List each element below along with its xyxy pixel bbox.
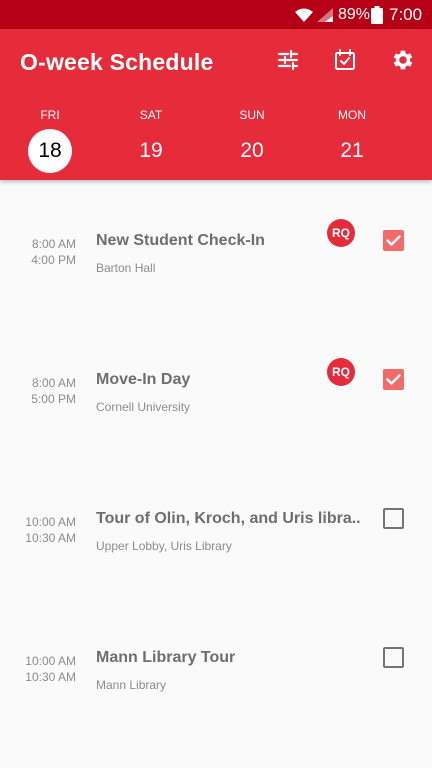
gear-icon [390,47,416,78]
event-start-time: 8:00 AM [31,237,76,251]
battery-icon [371,0,383,29]
signal-icon [316,0,334,29]
day-tab-sun[interactable]: SUN 20 [222,105,282,175]
event-checkbox[interactable] [383,508,404,529]
event-item[interactable]: 10:00 AM 10:30 AM Tour of Olin, Kroch, a… [0,508,432,590]
event-item[interactable]: 8:00 AM 5:00 PM Move-In Day Cornell Univ… [0,358,432,451]
sliders-icon [276,48,300,77]
app-bar: O-week Schedule FRI 18 SAT 19 SUN 20 MON… [0,29,432,180]
day-tab-sat[interactable]: SAT 19 [121,105,181,175]
event-location: Barton Hall [96,261,156,275]
wifi-icon [294,0,314,29]
event-checkbox[interactable] [383,647,404,668]
event-checkbox[interactable] [383,369,404,390]
day-number: 19 [139,139,163,162]
event-start-time: 8:00 AM [31,376,76,390]
event-title: Mann Library Tour [96,649,236,666]
clock: 7:00 [389,4,423,24]
event-checkbox[interactable] [383,230,404,251]
event-item[interactable]: 10:00 AM 10:30 AM Mann Library Tour Mann… [0,647,432,729]
event-end-time: 4:00 PM [31,253,76,267]
day-number: 20 [240,139,264,162]
calendar-button[interactable] [329,46,361,78]
status-bar: 89% 7:00 [0,0,432,29]
event-location: Mann Library [96,678,167,692]
day-number: 18 [28,129,72,173]
day-tab-mon[interactable]: MON 21 [322,105,382,175]
required-badge: RQ [327,358,355,386]
settings-button[interactable] [387,46,419,78]
event-title: Move-In Day [96,371,191,388]
event-title: New Student Check-In [96,232,265,249]
battery-percent: 89% [338,5,371,23]
event-end-time: 10:30 AM [25,670,76,684]
event-location: Upper Lobby, Uris Library [96,539,232,553]
filter-button[interactable] [272,46,304,78]
event-start-time: 10:00 AM [25,515,76,529]
required-badge: RQ [327,219,355,247]
day-number: 21 [340,139,364,162]
event-start-time: 10:00 AM [25,654,76,668]
event-location: Cornell University [96,400,191,414]
event-title: Tour of Olin, Kroch, and Uris libra.. [96,510,361,527]
day-of-week: SUN [239,108,265,122]
day-of-week: FRI [40,108,60,122]
day-of-week: SAT [139,108,163,122]
day-of-week: MON [338,108,366,122]
day-tab-fri[interactable]: FRI 18 [20,105,80,175]
calendar-check-icon [333,48,357,77]
event-item[interactable]: 8:00 AM 4:00 PM New Student Check-In Bar… [0,219,432,312]
page-title: O-week Schedule [20,49,214,75]
event-end-time: 10:30 AM [25,531,76,545]
event-end-time: 5:00 PM [31,392,76,406]
